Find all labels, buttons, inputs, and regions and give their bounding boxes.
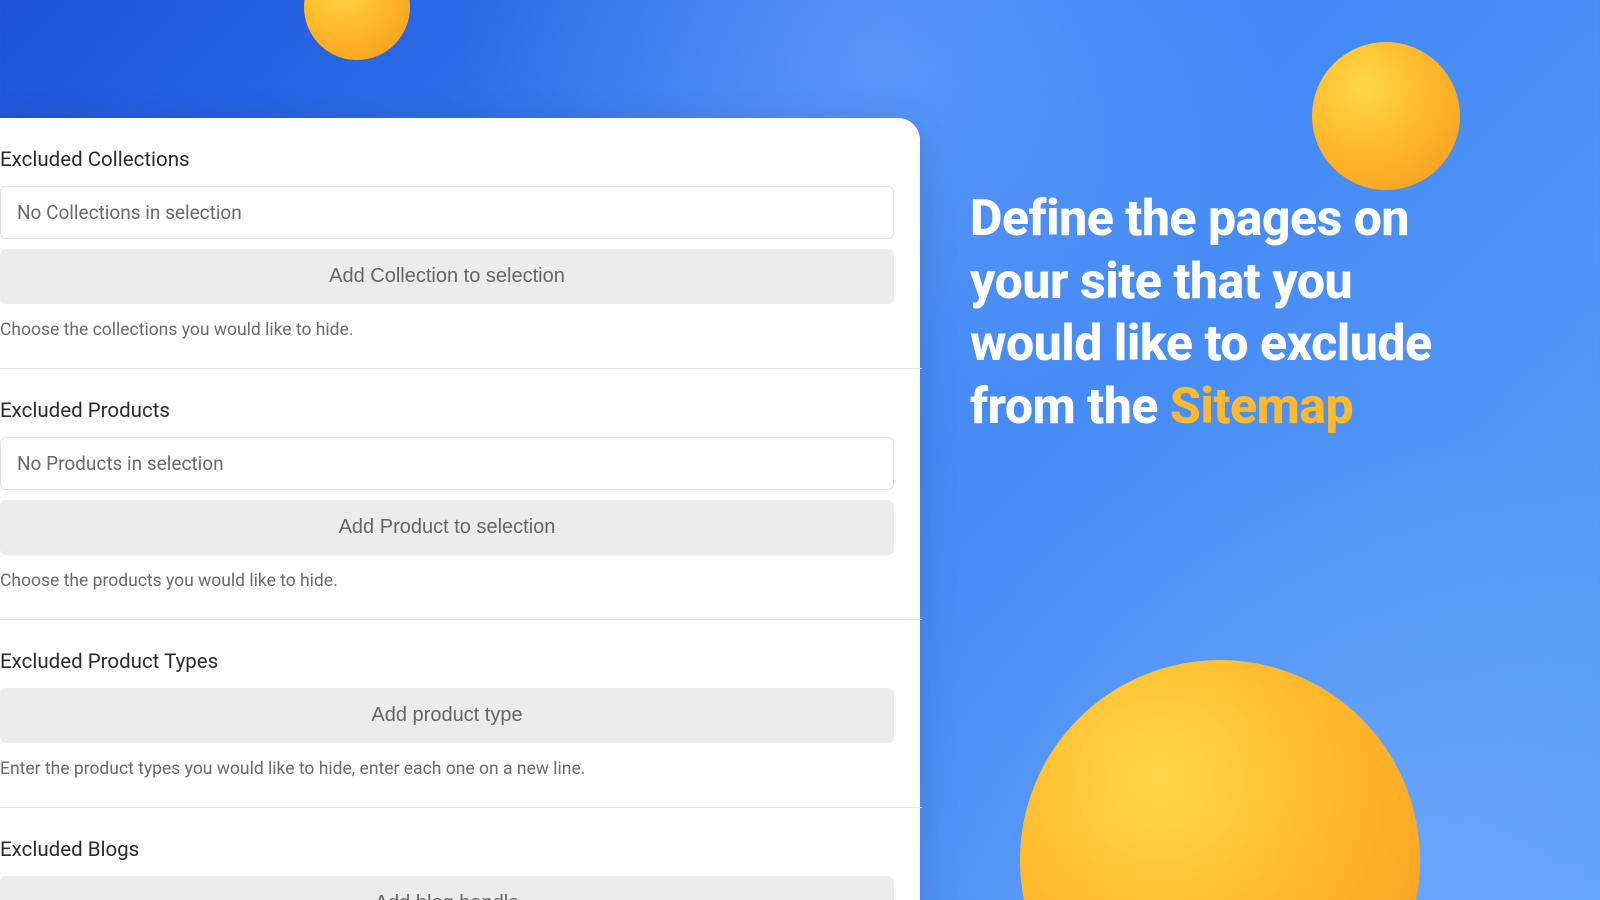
excluded-collections-section: Excluded Collections No Collections in s… bbox=[0, 118, 920, 368]
add-blog-handle-button[interactable]: Add blog handle bbox=[0, 876, 894, 900]
orange-ball-icon bbox=[304, 0, 410, 60]
add-product-type-button[interactable]: Add product type bbox=[0, 688, 894, 743]
settings-card: Excluded Collections No Collections in s… bbox=[0, 118, 920, 900]
add-collection-button[interactable]: Add Collection to selection bbox=[0, 249, 894, 304]
marketing-headline: Define the pages on your site that you w… bbox=[970, 188, 1450, 438]
excluded-collections-label: Excluded Collections bbox=[0, 118, 920, 186]
add-product-button[interactable]: Add Product to selection bbox=[0, 500, 894, 555]
product-types-hint: Enter the product types you would like t… bbox=[0, 743, 920, 807]
collections-selection-box[interactable]: No Collections in selection bbox=[0, 186, 894, 239]
excluded-products-section: Excluded Products No Products in selecti… bbox=[0, 369, 920, 619]
products-selection-box[interactable]: No Products in selection bbox=[0, 437, 894, 490]
excluded-blogs-label: Excluded Blogs bbox=[0, 808, 920, 876]
excluded-product-types-section: Excluded Product Types Add product type … bbox=[0, 620, 920, 807]
excluded-products-label: Excluded Products bbox=[0, 369, 920, 437]
products-hint: Choose the products you would like to hi… bbox=[0, 555, 920, 619]
orange-ball-icon bbox=[1312, 42, 1460, 190]
collections-hint: Choose the collections you would like to… bbox=[0, 304, 920, 368]
excluded-product-types-label: Excluded Product Types bbox=[0, 620, 920, 688]
headline-accent: Sitemap bbox=[1170, 378, 1353, 436]
excluded-blogs-section: Excluded Blogs Add blog handle Enter the… bbox=[0, 808, 920, 900]
